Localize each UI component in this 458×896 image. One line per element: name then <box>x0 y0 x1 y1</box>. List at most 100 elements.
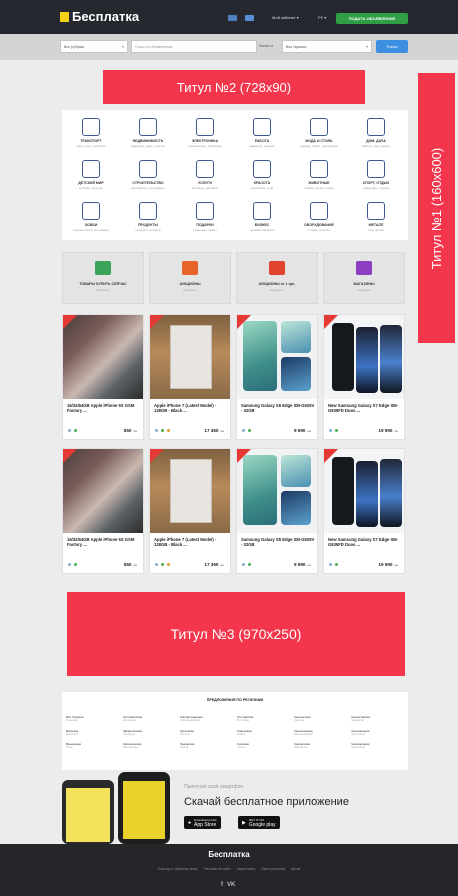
facebook-icon[interactable]: f <box>221 882 223 888</box>
product-image[interactable] <box>237 449 317 533</box>
region-link[interactable]: Запорожская Запорожье <box>123 743 171 750</box>
footer-link[interactable]: Карта регионов <box>261 867 285 871</box>
banner-title-3[interactable]: Титул №3 (970x250) <box>67 592 405 676</box>
feature-tile[interactable]: АУКЦИОНЫ от 1 грн. Смотреть <box>236 252 318 304</box>
feature-link[interactable]: Смотреть <box>63 288 143 292</box>
category-item[interactable]: Красота косметика, уход <box>234 160 290 190</box>
region-link[interactable]: Винницкая Луцк <box>66 743 114 750</box>
product-title[interactable]: 16/32/64GB Apple iPhone 5S GSM Factory .… <box>67 403 141 414</box>
region-link[interactable]: Львовская Львов <box>180 743 228 750</box>
phone-image <box>281 357 311 391</box>
language-select[interactable]: РУ ▾ <box>318 15 326 20</box>
feature-link[interactable]: Смотреть <box>324 288 404 292</box>
product-image[interactable] <box>150 449 230 533</box>
product-image[interactable] <box>324 315 404 399</box>
product-title[interactable]: Apple iPhone 7 (Latest Model) - 128GB - … <box>154 403 228 414</box>
banner-title-2[interactable]: Титул №2 (728x90) <box>103 70 365 104</box>
product-title[interactable]: Samsung Galaxy S6 Edge SM-G925V - 32GB <box>241 403 315 414</box>
search-input[interactable]: Поиск по объявлениям <box>131 40 257 53</box>
category-item[interactable]: Транспорт авто, мото, запчасти <box>63 118 119 148</box>
product-card[interactable]: Apple iPhone 7 (Latest Model) - 128GB - … <box>149 448 231 574</box>
category-item[interactable]: Мода и стиль одежда, обувь, аксессуары <box>291 118 347 148</box>
chat-icon[interactable] <box>228 15 237 21</box>
region-city: Украина <box>66 718 78 723</box>
feature-tile[interactable]: ТОВАРЫ КУПИТЬ СЕЙЧАС Смотреть <box>62 252 144 304</box>
category-item[interactable]: Дом, дача мебель, сад, ремонт <box>348 118 404 148</box>
product-card[interactable]: New Samsung Galaxy S7 Edge SM-G935FD Duo… <box>323 448 405 574</box>
product-card[interactable]: Samsung Galaxy S6 Edge SM-G925V - 32GB 9 … <box>236 314 318 440</box>
feature-tile[interactable]: АУКЦИОНЫ Смотреть <box>149 252 231 304</box>
google-play-button[interactable]: ▶ GET IT ON Google play <box>238 816 280 829</box>
category-item[interactable]: Электроника компьютеры, телефоны <box>177 118 233 148</box>
product-image[interactable] <box>237 315 317 399</box>
post-ad-button[interactable]: ПОДАТЬ ОБЪЯВЛЕНИЕ <box>336 13 408 24</box>
footer-link[interactable]: Реклама на сайте <box>204 867 231 871</box>
footer-link[interactable]: Архив <box>291 867 300 871</box>
category-item[interactable]: Металл лом, прокат <box>348 202 404 232</box>
site-logo[interactable]: Бесплатка <box>60 9 139 24</box>
product-image[interactable] <box>324 449 404 533</box>
footer-link[interactable]: Помощь и обратная связь <box>158 867 198 871</box>
app-store-button[interactable]: ● Download on the App Store <box>184 816 221 829</box>
category-item[interactable]: Хобби музыка, книги, коллекции <box>63 202 119 232</box>
search-button[interactable]: Поиск <box>376 40 408 53</box>
region-link[interactable]: Хмельницкая Хмельницкий <box>294 729 342 737</box>
category-select[interactable]: Все рубрики ▾ <box>60 40 128 53</box>
my-cabinet-link[interactable]: Мой кабинет ▾ <box>272 15 299 20</box>
region-link[interactable]: Закарпатская Ужгород <box>123 729 171 737</box>
product-card[interactable]: Apple iPhone 7 (Latest Model) - 128GB - … <box>149 314 231 440</box>
vk-icon[interactable]: VK <box>227 882 235 888</box>
product-title[interactable]: New Samsung Galaxy S7 Edge SM-G935FD Duo… <box>328 403 402 414</box>
feature-tile[interactable]: МАГАЗИНЫ Смотреть <box>323 252 405 304</box>
product-card[interactable]: New Samsung Galaxy S7 Edge SM-G935FD Duo… <box>323 314 405 440</box>
region-link[interactable]: Луганская Луганск <box>180 729 228 737</box>
category-item[interactable]: Услуги бытовые, деловые <box>177 160 233 190</box>
category-item[interactable]: Животные собаки, кошки, корма <box>291 160 347 190</box>
region-link[interactable]: Житомирская Житомир <box>123 715 171 723</box>
category-item[interactable]: Бизнес продажа бизнеса <box>234 202 290 232</box>
footer-link[interactable]: Карта сайта <box>237 867 255 871</box>
category-item[interactable]: Строительство материалы, инструмент <box>120 160 176 190</box>
region-link[interactable]: Черновицкая Черновцы <box>351 743 399 750</box>
category-subtitle: бытовые, деловые <box>191 186 219 190</box>
banner-title-1[interactable]: Титул №1 (160x600) <box>418 73 455 343</box>
product-image[interactable] <box>150 315 230 399</box>
product-card[interactable]: 16/32/64GB Apple iPhone 5S GSM Factory .… <box>62 314 144 440</box>
product-image[interactable] <box>63 449 143 533</box>
footer-social: f VK <box>221 882 235 888</box>
product-title[interactable]: Samsung Galaxy S6 Edge SM-G925V - 32GB <box>241 537 315 548</box>
region-select[interactable]: Вся Украина ▾ <box>282 40 372 53</box>
feature-link[interactable]: Смотреть <box>237 288 317 292</box>
category-item[interactable]: Оборудование станки, техника <box>291 202 347 232</box>
category-item[interactable]: Детский мир коляски, игрушки <box>63 160 119 190</box>
sale-corner-tag <box>63 315 77 329</box>
product-title[interactable]: New Samsung Galaxy S7 Edge SM-G935FD Duo… <box>328 537 402 548</box>
category-item[interactable]: Недвижимость квартиры, дома, участки <box>120 118 176 148</box>
product-title[interactable]: Apple iPhone 7 (Latest Model) - 128GB - … <box>154 537 228 548</box>
region-link[interactable]: Черниговская Чернигов <box>351 715 399 723</box>
category-item[interactable]: Подарки сувениры, цветы <box>177 202 233 232</box>
region-link[interactable]: Херсонская Херсон <box>294 715 342 723</box>
bottle-icon <box>139 202 157 220</box>
region-link[interactable]: Кировоградская Кропивницкий <box>180 715 228 723</box>
mail-icon[interactable] <box>245 15 254 21</box>
product-image[interactable] <box>63 315 143 399</box>
category-item[interactable]: Продукты продукты питания <box>120 202 176 232</box>
feature-link[interactable]: Смотреть <box>150 288 230 292</box>
region-link[interactable]: Вся Украина Украина <box>66 715 114 723</box>
region-link[interactable]: Сумская Сумы <box>237 743 285 750</box>
region-link[interactable]: Ровенская Ровно <box>237 729 285 737</box>
category-item[interactable]: Работа вакансии, резюме <box>234 118 290 148</box>
product-title[interactable]: 16/32/64GB Apple iPhone 5S GSM Factory .… <box>67 537 141 548</box>
footer-logo[interactable]: Бесплатка <box>0 850 458 859</box>
category-name: Металл <box>368 223 384 227</box>
region-link[interactable]: Черкасская Черкассы <box>294 743 342 750</box>
category-item[interactable]: Спорт, отдых инвентарь, туризм <box>348 160 404 190</box>
product-card[interactable]: 16/32/64GB Apple iPhone 5S GSM Factory .… <box>62 448 144 574</box>
region-link[interactable]: Винница Винница <box>66 729 114 737</box>
gift-icon <box>196 202 214 220</box>
product-card[interactable]: Samsung Galaxy S6 Edge SM-G925V - 32GB 9 … <box>236 448 318 574</box>
product-price: 17 360 грн. <box>204 428 225 433</box>
region-link[interactable]: Черновицкая Черновцы <box>351 729 399 737</box>
region-link[interactable]: Полтавская Полтава <box>237 715 285 723</box>
